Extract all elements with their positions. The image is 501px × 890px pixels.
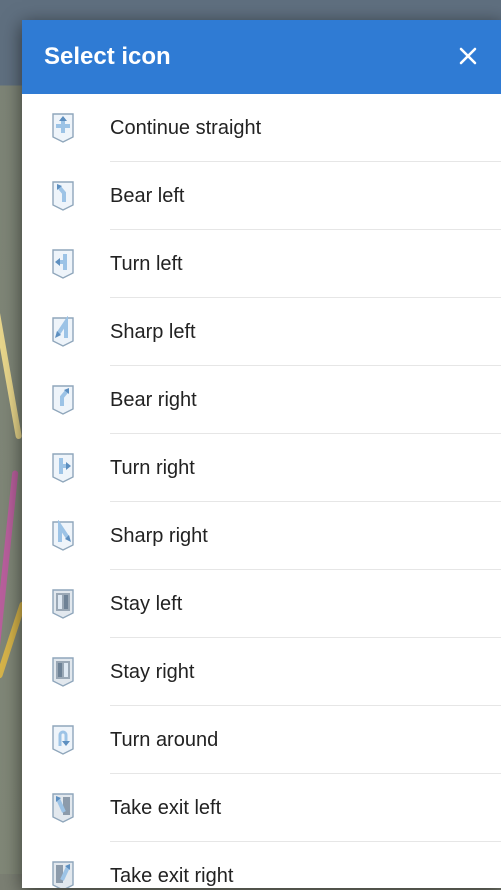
bear-left-icon xyxy=(47,180,79,212)
turn-around-icon xyxy=(47,724,79,756)
item-label: Turn left xyxy=(110,252,183,275)
dialog-header: Select icon xyxy=(22,20,501,94)
list-item[interactable]: Stay right xyxy=(22,638,501,706)
bear-right-icon xyxy=(47,384,79,416)
stay-left-icon xyxy=(47,588,79,620)
close-icon xyxy=(459,47,477,65)
item-label: Bear left xyxy=(110,184,185,207)
list-item[interactable]: Sharp right xyxy=(22,502,501,570)
take-exit-right-icon xyxy=(47,860,79,888)
list-item[interactable]: Bear left xyxy=(22,162,501,230)
close-button[interactable] xyxy=(450,42,486,72)
item-label: Stay right xyxy=(110,660,195,683)
turn-right-icon xyxy=(47,452,79,484)
sharp-right-icon xyxy=(47,520,79,552)
turn-left-icon xyxy=(47,248,79,280)
item-label: Turn around xyxy=(110,728,219,751)
select-icon-dialog: Select icon Continue straight Bear left … xyxy=(22,20,501,888)
sharp-left-icon xyxy=(47,316,79,348)
item-label: Take exit right xyxy=(110,864,234,887)
icon-list: Continue straight Bear left Turn left Sh… xyxy=(22,94,501,888)
item-label: Bear right xyxy=(110,388,197,411)
list-item[interactable]: Sharp left xyxy=(22,298,501,366)
take-exit-left-icon xyxy=(47,792,79,824)
list-item[interactable]: Continue straight xyxy=(22,94,501,162)
list-item[interactable]: Stay left xyxy=(22,570,501,638)
item-label: Take exit left xyxy=(110,796,222,819)
list-item[interactable]: Turn around xyxy=(22,706,501,774)
item-label: Stay left xyxy=(110,592,183,615)
list-item[interactable]: Take exit right xyxy=(22,842,501,888)
list-item[interactable]: Turn right xyxy=(22,434,501,502)
item-label: Sharp left xyxy=(110,320,196,343)
map-road xyxy=(0,300,23,440)
list-item[interactable]: Take exit left xyxy=(22,774,501,842)
stay-right-icon xyxy=(47,656,79,688)
item-label: Turn right xyxy=(110,456,195,479)
dialog-title: Select icon xyxy=(44,43,171,70)
continue-straight-icon xyxy=(47,112,79,144)
item-label: Continue straight xyxy=(110,116,262,139)
list-item[interactable]: Bear right xyxy=(22,366,501,434)
list-item[interactable]: Turn left xyxy=(22,230,501,298)
item-label: Sharp right xyxy=(110,524,208,547)
